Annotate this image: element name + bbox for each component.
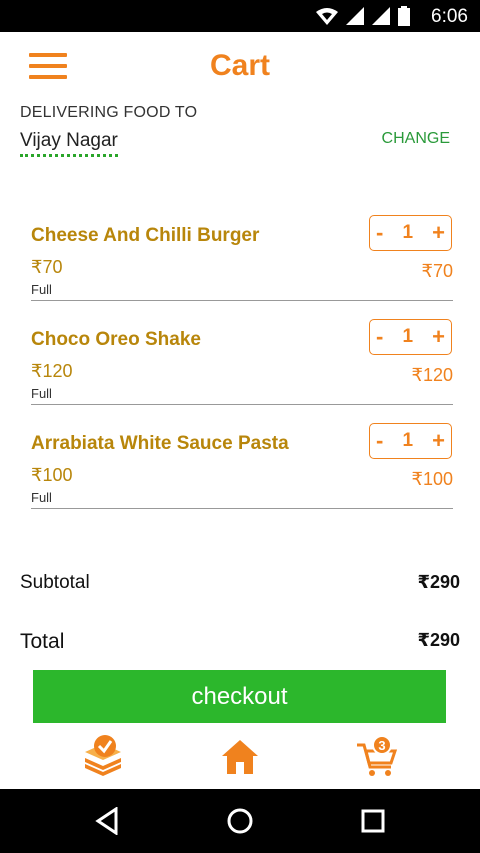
- cart-item: Cheese And Chilli Burger ₹70 Full - 1 + …: [31, 215, 453, 301]
- cart-count-badge: 3: [372, 735, 392, 755]
- quantity-stepper: - 1 +: [369, 319, 452, 355]
- bottom-tab-bar: 3: [0, 732, 480, 789]
- decrease-quantity-button[interactable]: -: [376, 430, 383, 452]
- quantity-stepper: - 1 +: [369, 423, 452, 459]
- item-name: Cheese And Chilli Burger: [31, 225, 260, 246]
- quantity-value: 1: [402, 222, 414, 243]
- cart-screen: Cart DELIVERING FOOD TO Vijay Nagar CHAN…: [0, 32, 480, 789]
- item-line-total: ₹70: [421, 261, 453, 281]
- quantity-value: 1: [402, 430, 414, 451]
- decrease-quantity-button[interactable]: -: [376, 222, 383, 244]
- cart-item: Choco Oreo Shake ₹120 Full - 1 + ₹120: [31, 319, 453, 405]
- item-unit-price: ₹70: [31, 257, 63, 277]
- status-icons: [316, 6, 410, 26]
- quantity-stepper: - 1 +: [369, 215, 452, 251]
- change-location-button[interactable]: CHANGE: [382, 130, 450, 148]
- delivery-location[interactable]: Vijay Nagar: [20, 130, 118, 157]
- orders-tab[interactable]: [78, 732, 128, 782]
- quantity-value: 1: [402, 326, 414, 347]
- item-name: Choco Oreo Shake: [31, 329, 201, 350]
- status-bar: 6:06: [0, 0, 480, 32]
- item-line-total: ₹120: [411, 365, 453, 385]
- home-icon: [222, 740, 258, 774]
- item-name: Arrabiata White Sauce Pasta: [31, 433, 289, 454]
- subtotal-value: ₹290: [417, 572, 460, 592]
- system-nav-bar: [0, 789, 480, 853]
- cart-item: Arrabiata White Sauce Pasta ₹100 Full - …: [31, 423, 453, 509]
- orders-check-icon: [85, 735, 121, 776]
- home-nav-icon[interactable]: [220, 803, 260, 839]
- total-row: Total ₹290: [20, 630, 460, 654]
- item-size: Full: [31, 490, 52, 505]
- item-size: Full: [31, 386, 52, 401]
- checkout-button[interactable]: checkout: [33, 670, 446, 723]
- increase-quantity-button[interactable]: +: [432, 430, 445, 452]
- total-value: ₹290: [417, 630, 460, 650]
- decrease-quantity-button[interactable]: -: [376, 326, 383, 348]
- signal-icon: [346, 7, 364, 25]
- home-tab[interactable]: [215, 732, 265, 782]
- increase-quantity-button[interactable]: +: [432, 222, 445, 244]
- item-line-total: ₹100: [411, 469, 453, 489]
- signal-icon-2: [372, 7, 390, 25]
- item-unit-price: ₹120: [31, 361, 73, 381]
- wifi-icon: [316, 8, 338, 25]
- subtotal-row: Subtotal ₹290: [20, 572, 460, 594]
- back-icon[interactable]: [87, 803, 127, 839]
- delivery-label: DELIVERING FOOD TO: [20, 104, 198, 121]
- subtotal-label: Subtotal: [20, 572, 90, 593]
- recents-icon[interactable]: [353, 803, 393, 839]
- item-size: Full: [31, 282, 52, 297]
- status-time: 6:06: [431, 6, 468, 27]
- page-title: Cart: [209, 49, 270, 82]
- total-label: Total: [20, 630, 65, 653]
- cart-tab[interactable]: 3: [352, 732, 402, 782]
- increase-quantity-button[interactable]: +: [432, 326, 445, 348]
- battery-icon: [398, 6, 410, 26]
- item-unit-price: ₹100: [31, 465, 73, 485]
